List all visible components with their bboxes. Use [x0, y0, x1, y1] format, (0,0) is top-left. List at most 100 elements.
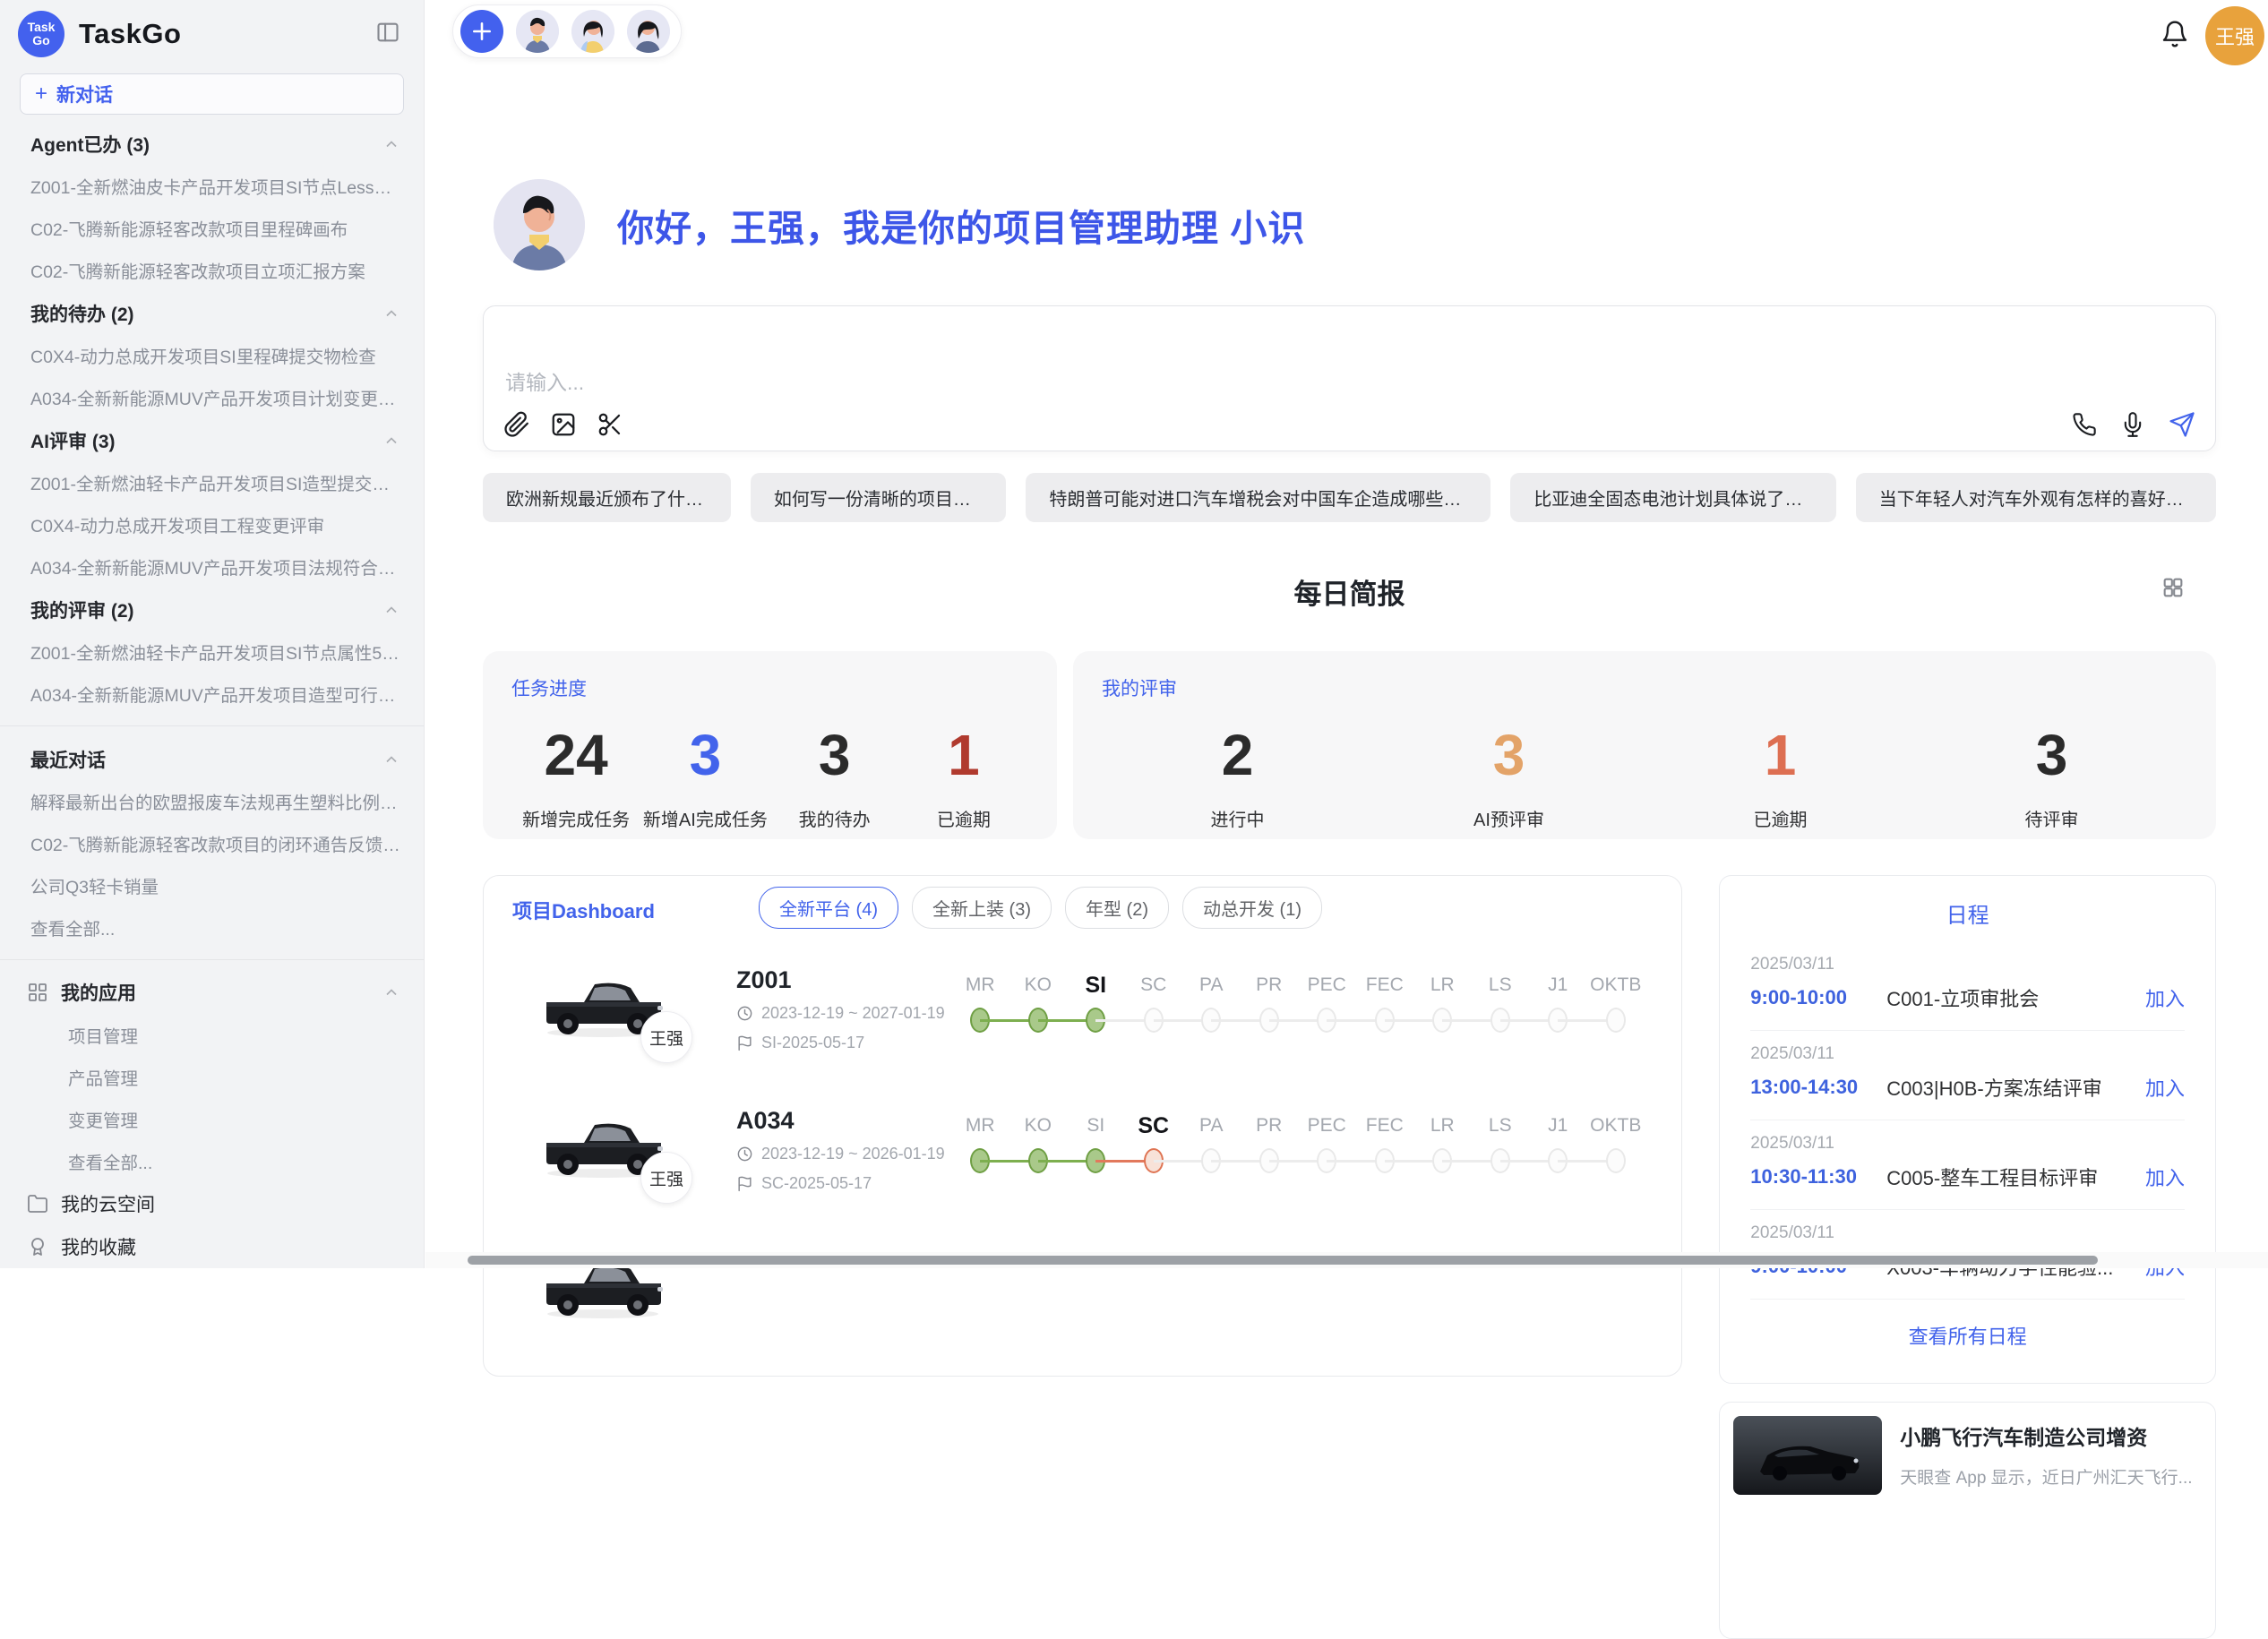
project-name: A034	[736, 1107, 795, 1135]
chevron-up-icon[interactable]	[382, 601, 400, 619]
news-card[interactable]: 小鹏飞行汽车制造公司增资 天眼查 App 显示，近日广州汇天飞行...	[1719, 1402, 2216, 1639]
avatar-member-2[interactable]	[571, 10, 614, 53]
milestone-label: MR	[951, 1111, 1009, 1143]
section-title: 我的待办 (2)	[30, 300, 134, 327]
app-subitem[interactable]: 项目管理	[0, 1014, 424, 1056]
greeting-text: 你好，王强，我是你的项目管理助理 小识	[617, 198, 1305, 252]
sidebar-item-favorites[interactable]: 我的收藏	[0, 1225, 424, 1268]
sidebar-section-header[interactable]: 我的评审 (2)	[0, 588, 424, 631]
event-date: 2025/03/11	[1750, 955, 2185, 974]
sidebar-task-item[interactable]: Z001-全新燃油皮卡产品开发项目SI节点Lesson Learn报告	[0, 165, 424, 207]
app-subitem[interactable]: 产品管理	[0, 1056, 424, 1098]
recent-chat-item[interactable]: C02-飞腾新能源轻客改款项目的闭环通告反馈情况	[0, 822, 424, 864]
project-flag-milestone: SI-2025-05-17	[736, 1034, 864, 1052]
dashboard-filter-chip[interactable]: 全新上装 (3)	[912, 887, 1052, 929]
screenshot-scissors-icon[interactable]	[597, 411, 623, 438]
dashboard-filter-chip[interactable]: 全新平台 (4)	[759, 887, 898, 929]
sidebar-task-item[interactable]: C02-飞腾新能源轻客改款项目立项汇报方案	[0, 249, 424, 291]
suggestion-chip[interactable]: 当下年轻人对汽车外观有怎样的喜好趋势	[1856, 473, 2216, 522]
dashboard-filter-chip[interactable]: 年型 (2)	[1065, 887, 1169, 929]
section-title: 最近对话	[30, 746, 106, 773]
sidebar-task-item[interactable]: C0X4-动力总成开发项目SI里程碑提交物检查	[0, 334, 424, 376]
suggestion-chip[interactable]: 欧洲新规最近颁布了什么?	[483, 473, 731, 522]
milestone: PR	[1241, 970, 1299, 1040]
clock-icon	[736, 1146, 753, 1163]
chevron-up-icon[interactable]	[382, 751, 400, 768]
milestone: MR	[951, 970, 1009, 1040]
recent-chats-header[interactable]: 最近对话	[0, 737, 424, 780]
project-owner-badge: 王强	[640, 1011, 692, 1063]
sidebar-task-item[interactable]: Z001-全新燃油轻卡产品开发项目SI节点属性5D文件评审	[0, 631, 424, 673]
event-name: C001-立项审批会	[1886, 983, 2135, 1012]
suggestion-chip[interactable]: 特朗普可能对进口汽车增税会对中国车企造成哪些影响	[1026, 473, 1491, 522]
upload-image-icon[interactable]	[550, 411, 577, 438]
sidebar-task-item[interactable]: A034-全新新能源MUV产品开发项目法规符合性评审	[0, 545, 424, 588]
sidebar-task-item[interactable]: A034-全新新能源MUV产品开发项目造型可行性评审	[0, 673, 424, 715]
milestone-label: FEC	[1356, 1111, 1414, 1143]
sidebar-section-header[interactable]: 我的待办 (2)	[0, 291, 424, 334]
scrollbar-thumb[interactable]	[468, 1256, 2098, 1265]
voice-call-icon[interactable]	[2072, 412, 2097, 437]
notifications-bell-icon[interactable]	[2161, 20, 2189, 48]
sidebar-task-item[interactable]: Z001-全新燃油轻卡产品开发项目SI造型提交物评审	[0, 461, 424, 503]
sidebar-task-item[interactable]: A034-全新新能源MUV产品开发项目计划变更表编写	[0, 376, 424, 418]
stat-value: 1	[899, 717, 1028, 793]
chevron-up-icon[interactable]	[382, 135, 400, 153]
milestone-label: PA	[1182, 1111, 1241, 1143]
avatar-member-3[interactable]	[627, 10, 670, 53]
favorites-label: 我的收藏	[61, 1233, 136, 1260]
event-join-link[interactable]: 加入	[2145, 1073, 2185, 1102]
recent-chat-item[interactable]: 查看全部...	[0, 906, 424, 948]
event-join-link[interactable]: 加入	[2145, 1163, 2185, 1191]
flag-icon	[736, 1175, 753, 1192]
send-icon[interactable]	[2169, 411, 2195, 438]
section-title: AI评审 (3)	[30, 427, 116, 454]
app-logo: Task Go	[18, 11, 64, 57]
sidebar-item-cloud-space[interactable]: 我的云空间	[0, 1182, 424, 1225]
suggestion-chip[interactable]: 比亚迪全固态电池计划具体说了什么	[1510, 473, 1835, 522]
user-avatar[interactable]: 王强	[2205, 6, 2264, 65]
sidebar-task-item[interactable]: C0X4-动力总成开发项目工程变更评审	[0, 503, 424, 545]
stat-card: 我的评审2进行中3AI预评审1已逾期3待评审	[1073, 651, 2216, 839]
project-name: Z001	[736, 966, 792, 994]
briefing-layout-icon[interactable]	[2161, 575, 2186, 600]
event-date: 2025/03/11	[1750, 1134, 2185, 1154]
suggestion-chip[interactable]: 如何写一份清晰的项目周报	[751, 473, 1007, 522]
recent-chat-item[interactable]: 解释最新出台的欧盟报废车法规再生塑料比例被调至15%...	[0, 780, 424, 822]
microphone-icon[interactable]	[2120, 412, 2145, 437]
view-all-schedule-link[interactable]: 查看所有日程	[1750, 1300, 2185, 1371]
stat-value: 3	[1916, 717, 2187, 793]
sidebar-item-my-apps[interactable]: 我的应用	[0, 971, 424, 1014]
add-member-button[interactable]	[460, 10, 503, 53]
app-subitem[interactable]: 查看全部...	[0, 1140, 424, 1182]
news-title: 小鹏飞行汽车制造公司增资	[1900, 1420, 2202, 1451]
project-row[interactable]: 王强Z0012023-12-19 ~ 2027-01-19SI-2025-05-…	[484, 950, 1681, 1091]
event-date: 2025/03/11	[1750, 1223, 2185, 1243]
sidebar-section-header[interactable]: AI评审 (3)	[0, 418, 424, 461]
dashboard-filter-chip[interactable]: 动总开发 (1)	[1182, 887, 1322, 929]
milestone: PEC	[1298, 1111, 1356, 1180]
app-subitem[interactable]: 变更管理	[0, 1098, 424, 1140]
stat-value: 1	[1645, 717, 1916, 793]
sidebar-task-item[interactable]: C02-飞腾新能源轻客改款项目里程碑画布	[0, 207, 424, 249]
chevron-up-icon[interactable]	[382, 983, 400, 1001]
milestone-label: PEC	[1298, 970, 1356, 1002]
project-row[interactable]: 王强A0342023-12-19 ~ 2026-01-19SC-2025-05-…	[484, 1091, 1681, 1231]
stat-label: 进行中	[1102, 805, 1373, 831]
event-time: 10:30-11:30	[1750, 1165, 1886, 1188]
new-chat-button[interactable]: + 新对话	[20, 73, 404, 115]
sidebar-section-header[interactable]: Agent已办 (3)	[0, 122, 424, 165]
recent-chat-item[interactable]: 公司Q3轻卡销量	[0, 864, 424, 906]
sidebar-collapse-icon[interactable]	[375, 20, 400, 45]
attach-file-icon[interactable]	[503, 411, 530, 438]
stat-label: 待评审	[1916, 805, 2187, 831]
chevron-up-icon[interactable]	[382, 432, 400, 450]
milestone: PA	[1182, 970, 1241, 1040]
project-owner-badge: 王强	[640, 1152, 692, 1204]
chevron-up-icon[interactable]	[382, 305, 400, 322]
event-join-link[interactable]: 加入	[2145, 983, 2185, 1012]
milestone: SC	[1125, 1111, 1183, 1180]
schedule-event: 2025/03/1113:00-14:30C003|H0B-方案冻结评审加入	[1750, 1031, 2185, 1120]
composer[interactable]: 请输入...	[483, 305, 2216, 451]
avatar-member-1[interactable]	[516, 10, 559, 53]
